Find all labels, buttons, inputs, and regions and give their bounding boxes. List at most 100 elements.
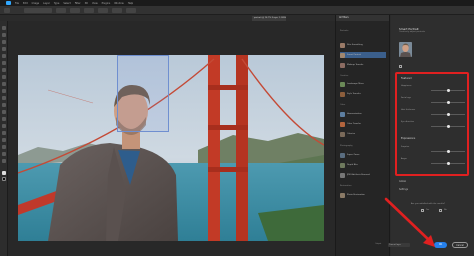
clone-stamp-tool-icon[interactable] — [2, 82, 6, 86]
brush-tool-icon[interactable] — [2, 75, 6, 79]
zoom-tool-icon[interactable] — [2, 159, 6, 163]
menu-image[interactable]: Image — [32, 2, 40, 5]
pen-tool-icon[interactable] — [2, 124, 6, 128]
option-dropdown[interactable] — [24, 8, 52, 13]
group-expressions[interactable]: Expressions — [401, 137, 415, 140]
eyedropper-tool-icon[interactable] — [2, 61, 6, 65]
hair-thickness-slider[interactable] — [431, 113, 465, 116]
crop-tool-icon[interactable] — [2, 54, 6, 58]
facial-age-slider[interactable] — [431, 101, 465, 104]
filter-skin-smoothing[interactable]: Skin Smoothing — [340, 42, 386, 48]
filter-label: JPEG Artifacts Removal — [347, 174, 370, 176]
filter-label: Photo Restoration — [347, 194, 365, 196]
foreground-color-icon[interactable] — [2, 171, 6, 175]
document-canvas[interactable] — [8, 21, 335, 256]
option-control[interactable] — [56, 8, 66, 13]
slider-knob[interactable] — [446, 125, 450, 128]
lasso-tool-icon[interactable] — [2, 40, 6, 44]
cancel-button[interactable]: Cancel — [452, 242, 468, 248]
quick-select-tool-icon[interactable] — [2, 47, 6, 51]
slider-label-happiness: Happiness — [401, 85, 412, 87]
filter-label: Smart Portrait — [347, 54, 362, 56]
filter-landscape-mixer[interactable]: Landscape Mixer — [340, 81, 386, 87]
option-control[interactable] — [98, 8, 108, 13]
menu-view[interactable]: View — [92, 2, 98, 5]
filter-jpeg-artifacts-removal[interactable]: JPEG Artifacts Removal — [340, 172, 386, 178]
golden-gate-portrait-image — [18, 55, 324, 241]
menu-plugins[interactable]: Plugins — [102, 2, 111, 5]
happiness-slider[interactable] — [431, 89, 465, 92]
hand-tool-icon[interactable] — [2, 152, 6, 156]
filter-thumbnail — [340, 81, 345, 87]
eraser-tool-icon[interactable] — [2, 96, 6, 100]
group-global[interactable]: Global — [399, 180, 406, 183]
background-color-icon[interactable] — [2, 177, 6, 181]
face-detection-box — [117, 55, 169, 132]
filter-style-transfer[interactable]: Style Transfer — [340, 91, 386, 97]
tools-panel — [0, 21, 8, 256]
slider-knob[interactable] — [446, 150, 450, 153]
menu-filter[interactable]: Filter — [75, 2, 81, 5]
filter-thumbnail — [340, 111, 345, 117]
filter-smart-portrait[interactable]: Smart Portrait — [340, 52, 386, 58]
menu-layer[interactable]: Layer — [43, 2, 50, 5]
menu-edit[interactable]: Edit — [23, 2, 28, 5]
filter-list-header[interactable]: All filters — [336, 15, 389, 21]
filter-thumbnail — [340, 131, 345, 137]
filter-label: Makeup Transfer — [347, 64, 364, 66]
move-tool-icon[interactable] — [2, 26, 6, 30]
annotation-arrow-icon — [384, 197, 435, 247]
filter-thumbnail — [340, 91, 345, 97]
menu-window[interactable]: Window — [114, 2, 123, 5]
option-control[interactable] — [84, 8, 94, 13]
section-portraits: Portraits — [340, 30, 349, 32]
history-brush-tool-icon[interactable] — [2, 89, 6, 93]
healing-tool-icon[interactable] — [2, 68, 6, 72]
highlight-box — [395, 72, 469, 176]
anger-slider[interactable] — [431, 162, 465, 165]
menu-type[interactable]: Type — [54, 2, 60, 5]
photoshop-logo-icon — [6, 1, 11, 5]
eye-direction-slider[interactable] — [431, 125, 465, 128]
filter-colorize[interactable]: Colorize — [340, 131, 386, 137]
marquee-tool-icon[interactable] — [2, 33, 6, 37]
slider-knob[interactable] — [446, 89, 450, 92]
slider-knob[interactable] — [446, 101, 450, 104]
filter-subtitle: Creatively adjust portraits — [399, 31, 426, 33]
face-thumbnail[interactable] — [399, 42, 412, 57]
menu-select[interactable]: Select — [63, 2, 70, 5]
option-control[interactable] — [112, 8, 122, 13]
path-select-tool-icon[interactable] — [2, 138, 6, 142]
filter-thumbnail — [340, 152, 345, 158]
filter-makeup-transfer[interactable]: Makeup Transfer — [340, 62, 386, 68]
dodge-tool-icon[interactable] — [2, 117, 6, 121]
group-settings[interactable]: Settings — [399, 188, 408, 191]
filter-thumbnail — [340, 52, 345, 58]
slider-knob[interactable] — [446, 113, 450, 116]
menu-file[interactable]: File — [15, 2, 19, 5]
type-tool-icon[interactable] — [2, 131, 6, 135]
filter-label: Harmonization — [347, 113, 362, 115]
filter-label: Landscape Mixer — [347, 83, 364, 85]
gradient-tool-icon[interactable] — [2, 103, 6, 107]
shape-tool-icon[interactable] — [2, 145, 6, 149]
filter-label: Color Transfer — [347, 123, 361, 125]
auto-face-checkbox[interactable] — [399, 65, 402, 68]
filter-color-transfer[interactable]: Color Transfer — [340, 121, 386, 127]
menu-3d[interactable]: 3D — [85, 2, 88, 5]
blur-tool-icon[interactable] — [2, 110, 6, 114]
group-featured[interactable]: Featured — [401, 77, 412, 80]
slider-knob[interactable] — [446, 162, 450, 165]
option-control[interactable] — [70, 8, 80, 13]
option-control[interactable] — [126, 8, 136, 13]
filter-depth-blur[interactable]: Depth Blur — [340, 162, 386, 168]
filter-harmonization[interactable]: Harmonization — [340, 111, 386, 117]
section-restoration: Restoration — [340, 185, 352, 187]
feedback-no[interactable]: No — [444, 209, 447, 211]
slider-label-hair-thickness: Hair thickness — [401, 109, 416, 111]
surprise-slider[interactable] — [431, 150, 465, 153]
menu-help[interactable]: Help — [128, 2, 133, 5]
tool-preset-picker[interactable] — [4, 8, 10, 13]
filter-super-zoom[interactable]: Super Zoom — [340, 152, 386, 158]
slider-label-facial-age: Facial age — [401, 97, 411, 99]
